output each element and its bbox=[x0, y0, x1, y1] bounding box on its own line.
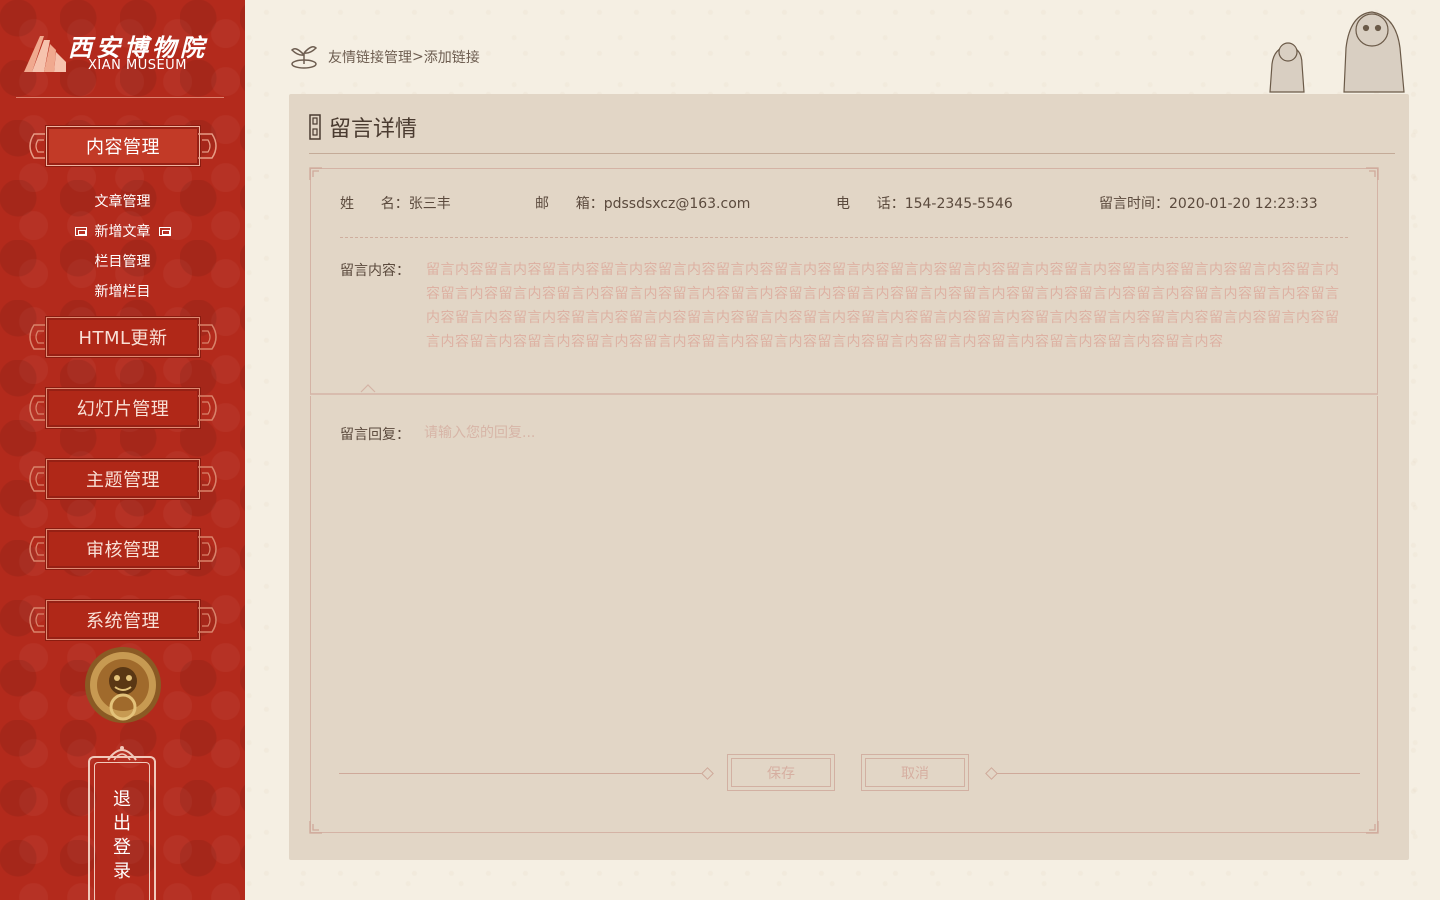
ornament-right-icon bbox=[198, 466, 217, 492]
museum-logo-icon bbox=[24, 36, 66, 72]
content-submenu: 文章管理 新增文章 栏目管理 新增栏目 bbox=[0, 186, 245, 306]
stone-lions-icon bbox=[1269, 11, 1405, 93]
submenu-label: 栏目管理 bbox=[94, 254, 151, 270]
content-label: 留言内容： bbox=[340, 263, 410, 279]
panel-title: 留言详情 bbox=[309, 112, 417, 142]
menu-label: 审核管理 bbox=[86, 540, 160, 561]
ornament-right-icon bbox=[198, 395, 217, 421]
menu-slides-management[interactable]: 幻灯片管理 bbox=[24, 388, 222, 428]
corner-ornament-icon bbox=[309, 821, 322, 834]
button-divider-right bbox=[997, 773, 1360, 774]
submenu-article-management[interactable]: 文章管理 bbox=[0, 186, 245, 216]
sidebar-divider bbox=[16, 97, 224, 98]
sprout-icon bbox=[290, 46, 318, 69]
cancel-button[interactable]: 取消 bbox=[861, 754, 969, 791]
menu-theme-management[interactable]: 主题管理 bbox=[24, 459, 222, 499]
save-button[interactable]: 保存 bbox=[727, 754, 835, 791]
submenu-new-column[interactable]: 新增栏目 bbox=[0, 276, 245, 306]
corner-ornament-icon bbox=[309, 167, 322, 180]
submenu-new-article[interactable]: 新增文章 bbox=[0, 216, 245, 246]
phone-value: 154-2345-5546 bbox=[904, 196, 1013, 212]
ornament-right-icon bbox=[198, 133, 217, 159]
menu-content-management[interactable]: 内容管理 bbox=[24, 126, 222, 166]
menu-label: 系统管理 bbox=[86, 611, 160, 632]
submenu-label: 新增文章 bbox=[94, 224, 151, 240]
time-label: 留言时间： bbox=[1099, 196, 1169, 212]
content-value: 留言内容留言内容留言内容留言内容留言内容留言内容留言内容留言内容留言内容留言内容… bbox=[426, 262, 1340, 350]
breadcrumb: 友情链接管理 > 添加链接 bbox=[290, 44, 480, 70]
ornament-right-icon bbox=[198, 536, 217, 562]
button-divider-left bbox=[339, 773, 705, 774]
breadcrumb-current: 添加链接 bbox=[423, 50, 480, 66]
panel-title-text: 留言详情 bbox=[329, 117, 418, 142]
phone-label: 电 话： bbox=[836, 196, 905, 212]
active-marker-icon bbox=[158, 226, 171, 236]
time-field: 留言时间：2020-01-20 12:23:33 bbox=[1099, 193, 1318, 213]
corner-ornament-icon bbox=[1366, 167, 1379, 180]
breadcrumb-separator: > bbox=[412, 49, 424, 65]
email-value: pdssdsxcz@163.com bbox=[603, 196, 751, 212]
ornament-right-icon bbox=[198, 324, 217, 350]
menu-label: HTML更新 bbox=[78, 328, 168, 349]
menu-review-management[interactable]: 审核管理 bbox=[24, 529, 222, 569]
menu-html-update[interactable]: HTML更新 bbox=[24, 317, 222, 357]
reply-input[interactable] bbox=[424, 420, 1324, 446]
message-detail-panel: 留言详情 姓 名：张三丰 邮 箱：pdssdsxcz@163.com 电 话：1… bbox=[289, 94, 1409, 860]
name-field: 姓 名：张三丰 bbox=[340, 193, 451, 213]
sidebar: 西安博物院 XIAN MUSEUM 内容管理 文章管理 新增文章 栏目管理 新增… bbox=[0, 0, 245, 900]
door-knocker-icon bbox=[85, 647, 161, 723]
submenu-label: 文章管理 bbox=[94, 194, 151, 210]
title-ornament-icon bbox=[309, 114, 321, 140]
email-label: 邮 箱： bbox=[535, 196, 604, 212]
reply-box bbox=[309, 396, 1379, 834]
dashed-divider bbox=[340, 237, 1348, 238]
active-marker-icon bbox=[74, 226, 87, 236]
breadcrumb-parent-link[interactable]: 友情链接管理 bbox=[328, 47, 412, 67]
name-value: 张三丰 bbox=[408, 196, 451, 212]
submenu-column-management[interactable]: 栏目管理 bbox=[0, 246, 245, 276]
menu-system-management[interactable]: 系统管理 bbox=[24, 600, 222, 640]
time-value: 2020-01-20 12:23:33 bbox=[1169, 196, 1318, 212]
museum-name-en: XIAN MUSEUM bbox=[88, 58, 187, 73]
email-field: 邮 箱：pdssdsxcz@163.com bbox=[535, 193, 750, 213]
submenu-label: 新增栏目 bbox=[94, 284, 151, 300]
caret-up-icon bbox=[360, 384, 376, 393]
ornament-right-icon bbox=[198, 607, 217, 633]
reply-label: 留言回复： bbox=[340, 427, 410, 443]
name-label: 姓 名： bbox=[340, 196, 409, 212]
logout-button[interactable]: 退 出 登 录 bbox=[88, 742, 156, 900]
corner-ornament-icon bbox=[1366, 821, 1379, 834]
menu-label: 内容管理 bbox=[86, 137, 160, 158]
menu-label: 幻灯片管理 bbox=[76, 399, 170, 420]
title-divider bbox=[309, 153, 1395, 154]
menu-label: 主题管理 bbox=[86, 470, 160, 491]
logout-label: 退 出 登 录 bbox=[113, 789, 131, 882]
phone-field: 电 话：154-2345-5546 bbox=[836, 193, 1013, 213]
museum-logo[interactable]: 西安博物院 XIAN MUSEUM bbox=[22, 28, 222, 78]
